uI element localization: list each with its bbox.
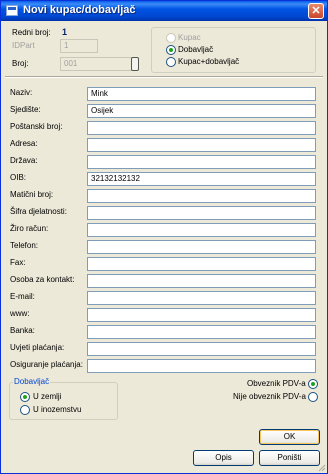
field-label-sjediste: Sjedište: xyxy=(10,105,41,114)
ok-button[interactable]: OK xyxy=(259,429,320,445)
resize-grip-icon[interactable] xyxy=(316,462,326,472)
redni-broj-value: 1 xyxy=(62,27,68,37)
field-label-telefon: Telefon: xyxy=(10,241,39,250)
window-title: Novi kupac/dobavljač xyxy=(23,4,136,16)
radio-dobavljac[interactable] xyxy=(166,45,176,55)
field-label-fax: Fax: xyxy=(10,258,26,267)
radio-dobavljac-label[interactable]: Dobavljač xyxy=(178,45,213,54)
osiguranje-placanja-input[interactable] xyxy=(87,359,316,373)
oib-input[interactable]: 32132132132 xyxy=(87,172,316,186)
telefon-input[interactable] xyxy=(87,240,316,254)
maticni-broj-input[interactable] xyxy=(87,189,316,203)
radio-u-inozemstvu-label[interactable]: U inozemstvu xyxy=(33,405,81,414)
banka-input[interactable] xyxy=(87,325,316,339)
www-input[interactable] xyxy=(87,308,316,322)
field-label-drzava: Država: xyxy=(10,156,38,165)
ponisti-button[interactable]: Poništi xyxy=(259,450,320,466)
redni-broj-label: Redni broj: xyxy=(12,28,51,37)
radio-kupac xyxy=(166,33,176,43)
radio-kupac-dobavljac[interactable] xyxy=(166,57,176,67)
close-button[interactable]: ✕ xyxy=(308,3,324,19)
field-label-adresa: Adresa: xyxy=(10,139,38,148)
radio-kupac-dobavljac-label[interactable]: Kupac+dobavljač xyxy=(178,57,239,66)
email-input[interactable] xyxy=(87,291,316,305)
adresa-input[interactable] xyxy=(87,138,316,152)
field-label-naziv: Naziv: xyxy=(10,88,33,97)
radio-nije-obveznik-pdv[interactable] xyxy=(308,392,318,402)
field-label-uvjeti-placanja: Uvjeti plaćanja: xyxy=(10,343,65,352)
field-label-osoba-za-kontakt: Osoba za kontakt: xyxy=(10,275,75,284)
radio-obveznik-pdv[interactable] xyxy=(308,379,318,389)
radio-obveznik-pdv-label[interactable]: Obveznik PDV-a xyxy=(247,379,306,388)
idpart-field: 1 xyxy=(60,39,98,53)
dialog-window: Novi kupac/dobavljač ✕ Redni broj: 1 IDP… xyxy=(0,0,328,474)
fax-input[interactable] xyxy=(87,257,316,271)
osoba-za-kontakt-input[interactable] xyxy=(87,274,316,288)
field-label-banka: Banka: xyxy=(10,326,35,335)
radio-u-zemlji-label[interactable]: U zemlji xyxy=(33,392,61,401)
radio-kupac-label: Kupac xyxy=(178,33,201,42)
field-label-maticni-broj: Matični broj: xyxy=(10,190,54,199)
field-label-postanski-broj: Poštanski broj: xyxy=(10,122,63,131)
field-label-email: E-mail: xyxy=(10,292,35,301)
field-label-ziro-racun: Žiro račun: xyxy=(10,224,49,233)
radio-u-zemlji[interactable] xyxy=(20,392,30,402)
sifra-djelatnosti-input[interactable] xyxy=(87,206,316,220)
header-separator xyxy=(5,76,323,78)
field-label-www: www: xyxy=(10,309,30,318)
field-label-osiguranje-placanja: Osiguranje plaćanja: xyxy=(10,360,83,369)
dobavljac-group-legend: Dobavljač xyxy=(13,377,51,386)
ziro-racun-input[interactable] xyxy=(87,223,316,237)
title-bar[interactable]: Novi kupac/dobavljač ✕ xyxy=(1,1,327,21)
naziv-input[interactable]: Mink xyxy=(87,87,316,101)
drzava-input[interactable] xyxy=(87,155,316,169)
radio-u-inozemstvu[interactable] xyxy=(20,405,30,415)
postanski-broj-input[interactable] xyxy=(87,121,316,135)
field-label-oib: OIB: xyxy=(10,173,27,182)
field-label-sifra-djelatnosti: Šifra djelatnosti: xyxy=(10,207,67,216)
broj-slider-handle[interactable] xyxy=(131,57,139,71)
radio-nije-obveznik-pdv-label[interactable]: Nije obveznik PDV-a xyxy=(233,392,306,401)
broj-label: Broj: xyxy=(12,59,29,68)
idpart-label: IDPart xyxy=(12,41,35,50)
window-app-icon xyxy=(6,5,18,16)
sjediste-input[interactable]: Osijek xyxy=(87,104,316,118)
broj-field: 001 xyxy=(60,57,132,71)
uvjeti-placanja-input[interactable] xyxy=(87,342,316,356)
opis-button[interactable]: Opis xyxy=(193,450,254,466)
